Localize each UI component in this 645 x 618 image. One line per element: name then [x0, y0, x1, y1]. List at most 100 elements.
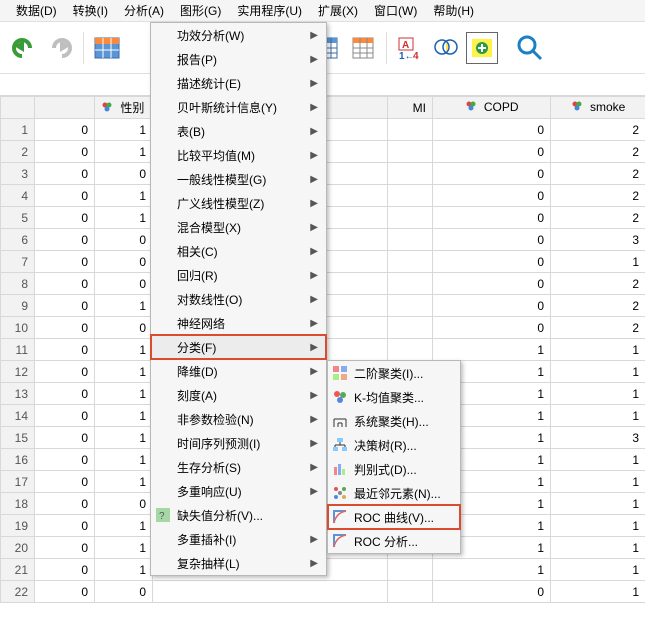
row-header[interactable]: 16 [1, 449, 35, 471]
submenu-item-kmeans[interactable]: K-均值聚类... [328, 385, 460, 409]
cell[interactable]: 0 [433, 251, 551, 273]
menu-item-descriptive[interactable]: 描述统计(E)▶ [151, 71, 326, 95]
cell[interactable] [153, 581, 388, 603]
menu-analyze[interactable]: 分析(A) [116, 0, 172, 21]
row-header[interactable]: 20 [1, 537, 35, 559]
cell[interactable]: 0 [433, 185, 551, 207]
add-button[interactable] [466, 32, 498, 64]
cell[interactable]: 1 [551, 537, 645, 559]
cell[interactable]: 1 [551, 581, 645, 603]
cell[interactable]: 0 [35, 119, 95, 141]
menu-item-classify[interactable]: 分类(F)▶ [151, 335, 326, 359]
row-header[interactable]: 9 [1, 295, 35, 317]
menu-item-report[interactable]: 报告(P)▶ [151, 47, 326, 71]
cell[interactable]: 1 [95, 559, 153, 581]
cell[interactable]: 0 [95, 251, 153, 273]
submenu-item-roc[interactable]: ROC 曲线(V)... [328, 505, 460, 529]
submenu-item-nn[interactable]: 最近邻元素(N)... [328, 481, 460, 505]
cell[interactable]: 1 [95, 471, 153, 493]
cell[interactable]: 2 [551, 317, 645, 339]
cell[interactable] [388, 251, 433, 273]
row-header[interactable]: 2 [1, 141, 35, 163]
submenu-item-hier[interactable]: 系统聚类(H)... [328, 409, 460, 433]
cell[interactable]: 2 [551, 119, 645, 141]
row-header[interactable]: 5 [1, 207, 35, 229]
cell[interactable]: 1 [551, 361, 645, 383]
row-header[interactable]: 10 [1, 317, 35, 339]
menu-item-corr[interactable]: 相关(C)▶ [151, 239, 326, 263]
row-header[interactable]: 22 [1, 581, 35, 603]
cell[interactable]: 1 [551, 471, 645, 493]
cell[interactable]: 1 [551, 339, 645, 361]
cell[interactable]: 0 [35, 559, 95, 581]
cell[interactable]: 0 [35, 361, 95, 383]
cell[interactable]: 2 [551, 295, 645, 317]
menu-item-mimp[interactable]: 多重插补(I)▶ [151, 527, 326, 551]
cell[interactable] [388, 185, 433, 207]
menu-item-glm[interactable]: 一般线性模型(G)▶ [151, 167, 326, 191]
undo-button[interactable] [8, 32, 40, 64]
cell[interactable] [388, 229, 433, 251]
menu-item-compare[interactable]: 比较平均值(M)▶ [151, 143, 326, 167]
menu-item-tsf[interactable]: 时间序列预测(I)▶ [151, 431, 326, 455]
row-header[interactable]: 14 [1, 405, 35, 427]
cell[interactable]: 0 [35, 383, 95, 405]
menu-data[interactable]: 数据(D) [8, 0, 65, 21]
cell[interactable]: 1 [95, 449, 153, 471]
cell[interactable]: 1 [95, 405, 153, 427]
menu-utilities[interactable]: 实用程序(U) [229, 0, 310, 21]
menu-item-scale[interactable]: 刻度(A)▶ [151, 383, 326, 407]
cell[interactable]: 0 [433, 163, 551, 185]
column-copd[interactable]: COPD [433, 97, 551, 119]
column-blank[interactable] [35, 97, 95, 119]
cell[interactable]: 0 [35, 339, 95, 361]
cell[interactable]: 0 [35, 405, 95, 427]
cell[interactable]: 0 [433, 207, 551, 229]
cell[interactable]: 0 [433, 229, 551, 251]
cell[interactable]: 0 [35, 493, 95, 515]
row-header[interactable]: 4 [1, 185, 35, 207]
cell[interactable]: 3 [551, 229, 645, 251]
cell[interactable]: 2 [551, 207, 645, 229]
cell[interactable]: 3 [551, 427, 645, 449]
data-view-button[interactable] [91, 32, 123, 64]
table-row[interactable]: 220001 [1, 581, 645, 603]
cell[interactable]: 1 [95, 339, 153, 361]
row-header[interactable]: 17 [1, 471, 35, 493]
menu-item-power[interactable]: 功效分析(W)▶ [151, 23, 326, 47]
cell[interactable]: 1 [433, 339, 551, 361]
cell[interactable]: 0 [35, 273, 95, 295]
search-button[interactable] [514, 32, 546, 64]
menu-item-surv[interactable]: 生存分析(S)▶ [151, 455, 326, 479]
cell[interactable]: 0 [95, 317, 153, 339]
menu-item-loglin[interactable]: 对数线性(O)▶ [151, 287, 326, 311]
row-header[interactable]: 12 [1, 361, 35, 383]
cell[interactable]: 0 [433, 581, 551, 603]
cell[interactable] [388, 119, 433, 141]
cell[interactable]: 0 [95, 493, 153, 515]
cell[interactable]: 2 [551, 163, 645, 185]
cell[interactable] [388, 207, 433, 229]
menu-item-missing[interactable]: ?缺失值分析(V)... [151, 503, 326, 527]
submenu-item-rocanal[interactable]: ROC 分析... [328, 529, 460, 553]
grid-2-button[interactable] [347, 32, 379, 64]
cell[interactable]: 0 [35, 427, 95, 449]
menu-item-complex[interactable]: 复杂抽样(L)▶ [151, 551, 326, 575]
row-header[interactable]: 11 [1, 339, 35, 361]
row-header[interactable]: 15 [1, 427, 35, 449]
row-header[interactable]: 13 [1, 383, 35, 405]
cell[interactable]: 0 [35, 141, 95, 163]
value-labels-button[interactable]: A1←4 [394, 32, 426, 64]
cell[interactable]: 1 [551, 515, 645, 537]
select-button[interactable] [430, 32, 462, 64]
cell[interactable]: 1 [551, 493, 645, 515]
cell[interactable]: 1 [95, 427, 153, 449]
submenu-item-discrim[interactable]: 判别式(D)... [328, 457, 460, 481]
column-smoke[interactable]: smoke [551, 97, 645, 119]
menu-extend[interactable]: 扩展(X) [310, 0, 366, 21]
cell[interactable]: 0 [35, 163, 95, 185]
cell[interactable]: 0 [35, 537, 95, 559]
cell[interactable]: 0 [95, 229, 153, 251]
cell[interactable]: 1 [95, 185, 153, 207]
cell[interactable]: 1 [95, 383, 153, 405]
